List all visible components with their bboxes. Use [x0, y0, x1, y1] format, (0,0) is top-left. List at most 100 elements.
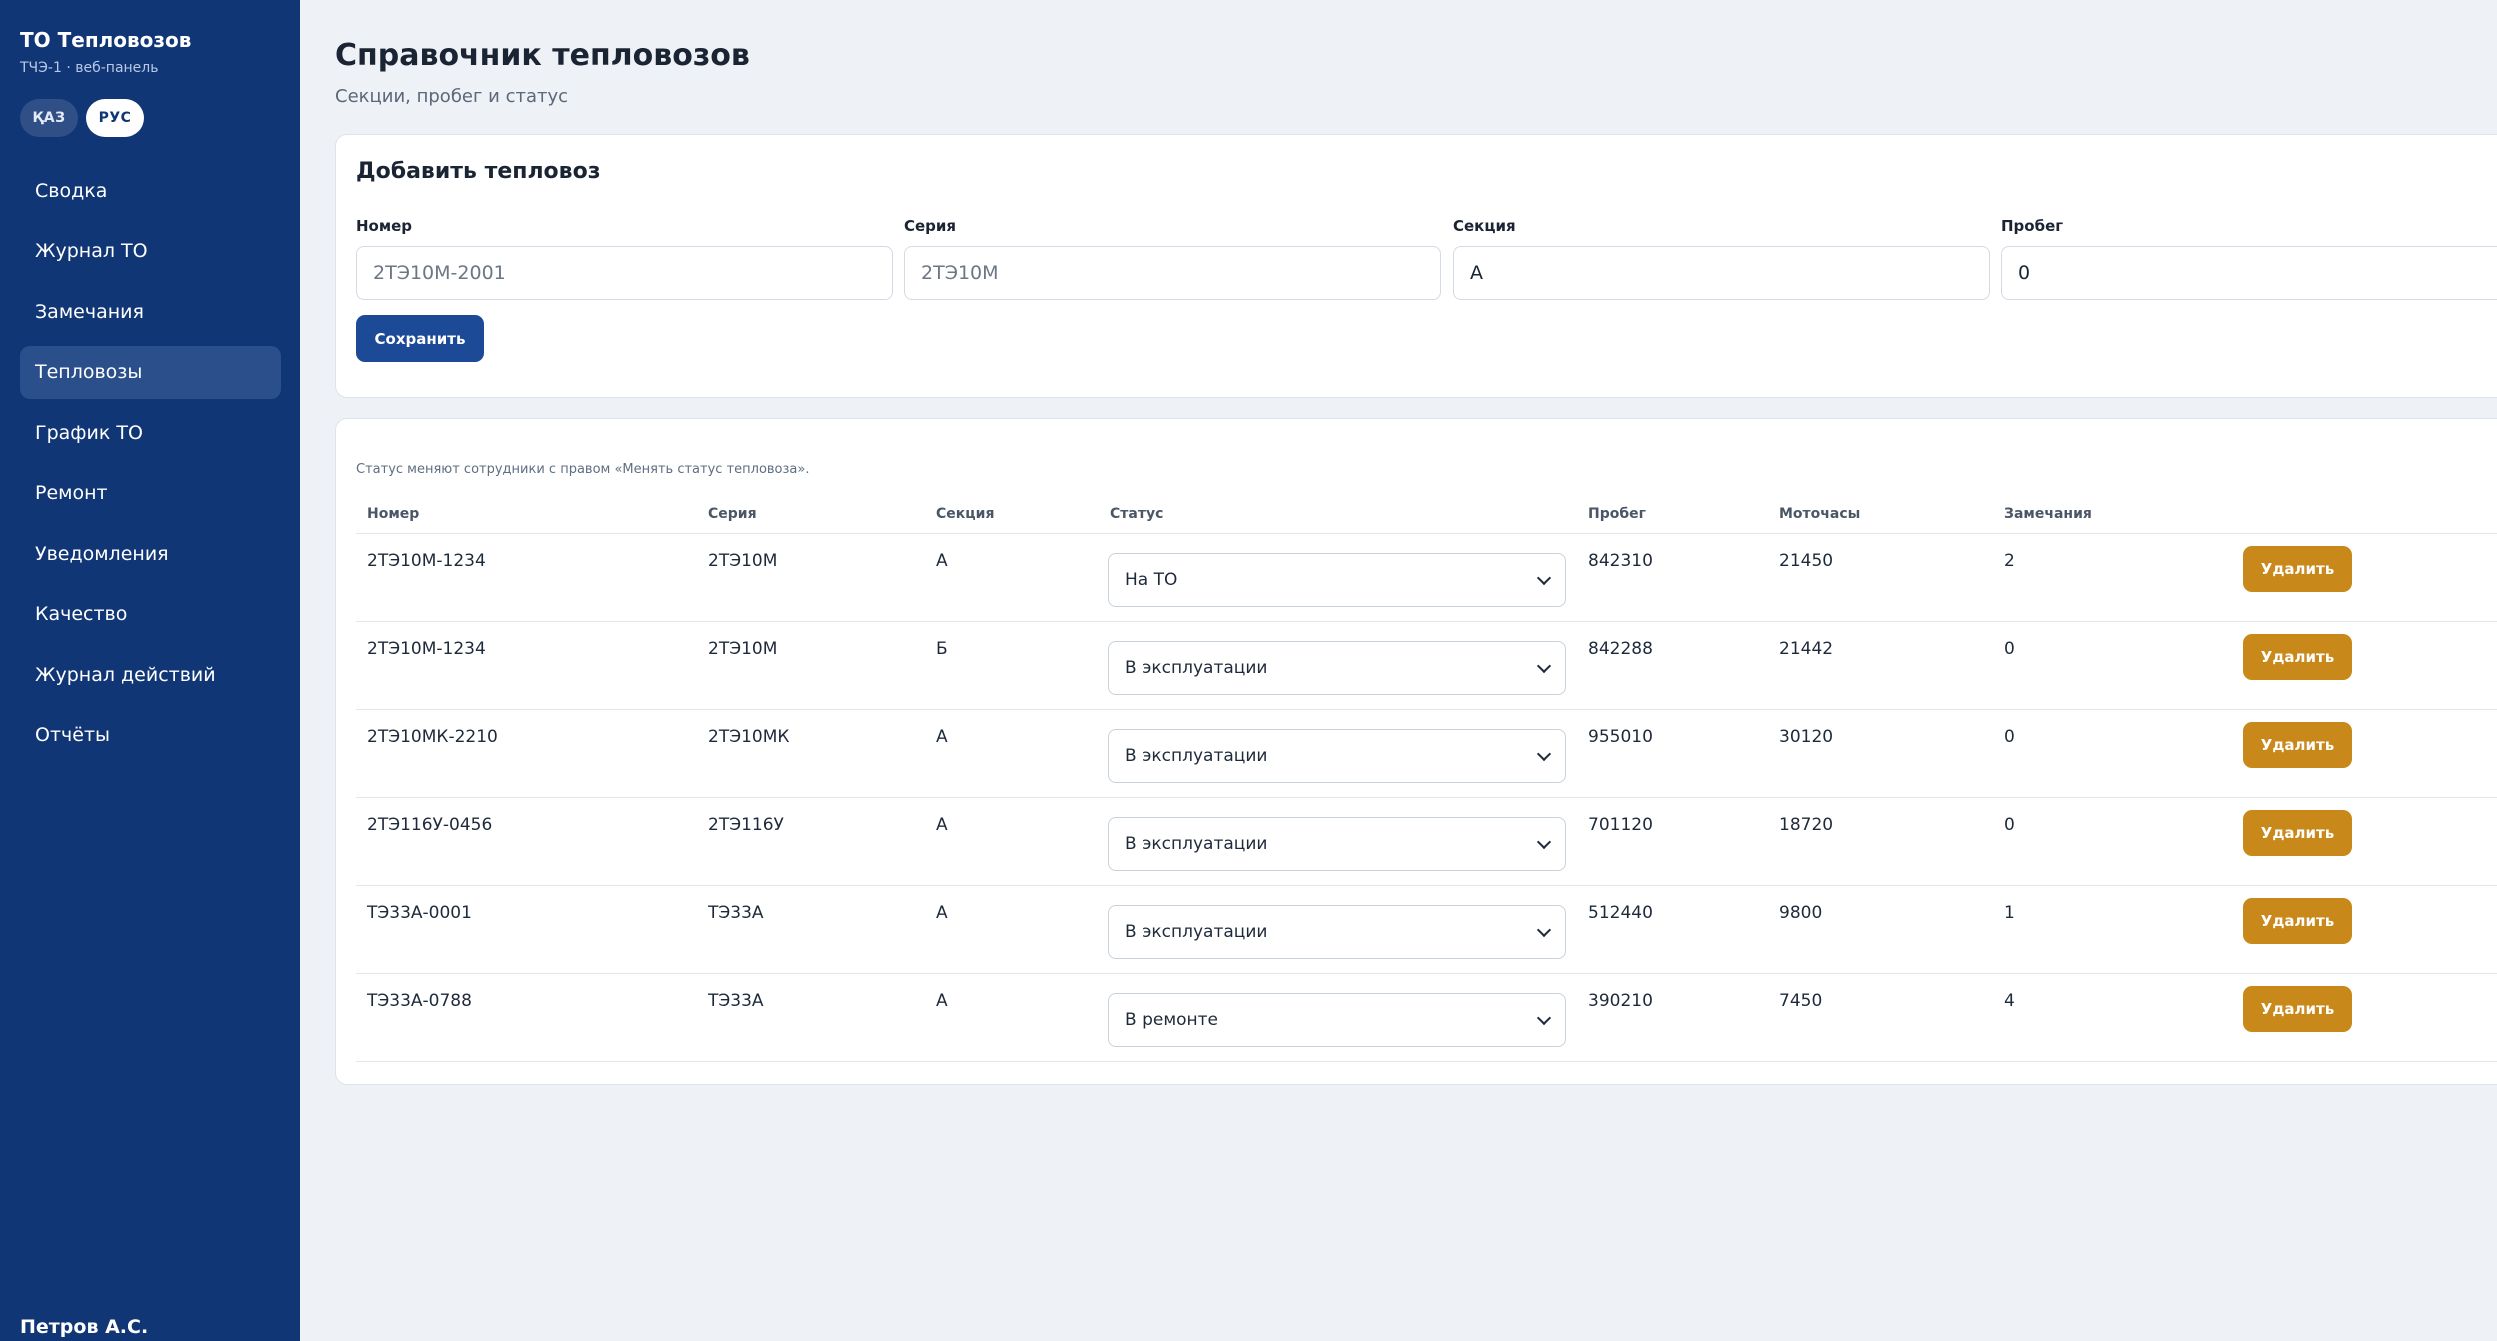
table-row: ТЭ33А-0788 ТЭ33А А В ремонте 390210 7450… — [356, 974, 2497, 1062]
sidebar-item-schedule[interactable]: График ТО — [20, 406, 281, 459]
cell-series: ТЭ33А — [708, 903, 764, 923]
sidebar-item-notifications[interactable]: Уведомления — [20, 527, 281, 580]
cell-moto-hours: 30120 — [1779, 727, 1834, 747]
status-select[interactable]: В эксплуатации — [1108, 729, 1566, 783]
cell-remarks: 0 — [2004, 727, 2015, 747]
cell-remarks: 4 — [2004, 991, 2015, 1011]
cell-mileage: 842310 — [1588, 551, 1653, 571]
cell-mileage: 701120 — [1588, 815, 1653, 835]
table-row: 2ТЭ10М-1234 2ТЭ10М Б В эксплуатации 8422… — [356, 622, 2497, 710]
cell-section: А — [936, 903, 948, 923]
cell-number: ТЭ33А-0001 — [367, 903, 472, 923]
delete-button[interactable]: Удалить — [2243, 986, 2352, 1032]
chevron-down-icon — [1536, 746, 1552, 761]
column-header-moto-hours: Моточасы — [1779, 506, 1861, 522]
cell-number: 2ТЭ10МК-2210 — [367, 727, 498, 747]
save-button[interactable]: Сохранить — [356, 315, 484, 362]
cell-remarks: 0 — [2004, 815, 2015, 835]
status-select-value: В эксплуатации — [1125, 834, 1268, 854]
table-header: Номер Серия Секция Статус Пробег Моточас… — [356, 499, 2497, 534]
cell-moto-hours: 9800 — [1779, 903, 1823, 923]
locomotives-table: Номер Серия Секция Статус Пробег Моточас… — [356, 499, 2497, 1062]
series-label: Серия — [904, 217, 957, 235]
delete-button[interactable]: Удалить — [2243, 722, 2352, 768]
status-select[interactable]: На ТО — [1108, 553, 1566, 607]
column-header-number: Номер — [367, 506, 420, 522]
cell-section: А — [936, 727, 948, 747]
table-row: 2ТЭ116У-0456 2ТЭ116У А В эксплуатации 70… — [356, 798, 2497, 886]
sidebar-item-quality[interactable]: Качество — [20, 588, 281, 641]
cell-series: 2ТЭ10МК — [708, 727, 790, 747]
status-select-value: В ремонте — [1125, 1010, 1219, 1030]
number-input[interactable] — [356, 246, 893, 300]
cell-moto-hours: 21450 — [1779, 551, 1834, 571]
series-input[interactable] — [904, 246, 1441, 300]
delete-button[interactable]: Удалить — [2243, 810, 2352, 856]
cell-section: А — [936, 551, 948, 571]
cell-remarks: 2 — [2004, 551, 2015, 571]
status-select[interactable]: В эксплуатации — [1108, 817, 1566, 871]
lang-rus-button[interactable]: РУС — [86, 99, 144, 137]
chevron-down-icon — [1536, 922, 1552, 937]
status-permission-hint: Статус меняют сотрудники с правом «Менят… — [356, 462, 810, 477]
sidebar-item-repair[interactable]: Ремонт — [20, 467, 281, 520]
delete-button[interactable]: Удалить — [2243, 898, 2352, 944]
chevron-down-icon — [1536, 658, 1552, 673]
sidebar-item-remarks[interactable]: Замечания — [20, 285, 281, 338]
sidebar-nav: Сводка Журнал ТО Замечания Тепловозы Гра… — [20, 164, 281, 769]
sidebar-item-locomotives[interactable]: Тепловозы — [20, 345, 281, 399]
cell-mileage: 955010 — [1588, 727, 1653, 747]
cell-number: 2ТЭ10М-1234 — [367, 551, 486, 571]
status-select-value: В эксплуатации — [1125, 746, 1268, 766]
column-header-series: Серия — [708, 506, 757, 522]
column-header-mileage: Пробег — [1588, 506, 1646, 522]
status-select-value: В эксплуатации — [1125, 922, 1268, 942]
cell-number: ТЭ33А-0788 — [367, 991, 472, 1011]
cell-series: 2ТЭ116У — [708, 815, 784, 835]
status-select[interactable]: В эксплуатации — [1108, 905, 1566, 959]
locomotives-list-card: Статус меняют сотрудники с правом «Менят… — [335, 418, 2497, 1085]
sidebar-item-maintenance-log[interactable]: Журнал ТО — [20, 225, 281, 278]
sidebar-item-summary[interactable]: Сводка — [20, 164, 281, 217]
page-title: Справочник тепловозов — [335, 38, 750, 73]
mileage-label: Пробег — [2001, 217, 2064, 235]
lang-kaz-button[interactable]: ҚАЗ — [20, 99, 78, 137]
add-locomotive-card: Добавить тепловоз Номер Серия Секция Про… — [335, 134, 2497, 398]
delete-button[interactable]: Удалить — [2243, 634, 2352, 680]
status-select-value: В эксплуатации — [1125, 658, 1268, 678]
status-select[interactable]: В ремонте — [1108, 993, 1566, 1047]
cell-series: 2ТЭ10М — [708, 639, 778, 659]
brand-title: ТО Тепловозов — [20, 28, 192, 52]
cell-moto-hours: 18720 — [1779, 815, 1834, 835]
column-header-section: Секция — [936, 506, 995, 522]
section-input[interactable] — [1453, 246, 1990, 300]
status-select-value: На ТО — [1125, 570, 1178, 590]
language-switcher: ҚАЗ РУС — [20, 99, 144, 137]
table-row: ТЭ33А-0001 ТЭ33А А В эксплуатации 512440… — [356, 886, 2497, 974]
user-name[interactable]: Петров А.С. — [20, 1316, 148, 1338]
cell-section: А — [936, 815, 948, 835]
cell-series: ТЭ33А — [708, 991, 764, 1011]
cell-moto-hours: 7450 — [1779, 991, 1823, 1011]
chevron-down-icon — [1536, 570, 1552, 585]
delete-button[interactable]: Удалить — [2243, 546, 2352, 592]
chevron-down-icon — [1536, 1010, 1552, 1025]
sidebar-item-reports[interactable]: Отчёты — [20, 709, 281, 762]
mileage-input[interactable] — [2001, 246, 2497, 300]
brand-subtitle: ТЧЭ-1 · веб-панель — [20, 60, 159, 76]
cell-mileage: 390210 — [1588, 991, 1653, 1011]
cell-remarks: 1 — [2004, 903, 2015, 923]
cell-mileage: 512440 — [1588, 903, 1653, 923]
page-subtitle: Секции, пробег и статус — [335, 86, 569, 107]
cell-section: Б — [936, 639, 948, 659]
cell-series: 2ТЭ10М — [708, 551, 778, 571]
table-row: 2ТЭ10МК-2210 2ТЭ10МК А В эксплуатации 95… — [356, 710, 2497, 798]
sidebar-item-action-log[interactable]: Журнал действий — [20, 648, 281, 701]
cell-number: 2ТЭ10М-1234 — [367, 639, 486, 659]
cell-mileage: 842288 — [1588, 639, 1653, 659]
add-form-title: Добавить тепловоз — [356, 159, 601, 184]
cell-number: 2ТЭ116У-0456 — [367, 815, 493, 835]
cell-remarks: 0 — [2004, 639, 2015, 659]
status-select[interactable]: В эксплуатации — [1108, 641, 1566, 695]
sidebar: ТО Тепловозов ТЧЭ-1 · веб-панель ҚАЗ РУС… — [0, 0, 300, 1341]
